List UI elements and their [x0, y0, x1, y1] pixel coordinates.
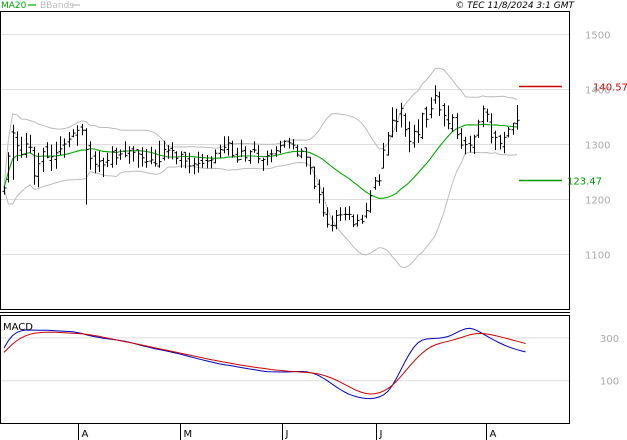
bbands-legend-label: BBands: [40, 1, 74, 11]
price-panel-frame: [0, 11, 570, 310]
price-tick-label: 1500: [585, 31, 610, 42]
price-tick-label: 1200: [585, 196, 610, 207]
level-label: 123.47: [567, 177, 602, 188]
price-tick-label: 1100: [585, 251, 610, 262]
macd-title: MACD: [3, 322, 33, 333]
time-axis: AMJJA: [78, 424, 497, 440]
macd-axis: 100 300: [600, 334, 619, 388]
month-label: J: [285, 429, 289, 440]
price-axis: 1100 1200 1300 1400 1500: [585, 31, 610, 262]
price-tick-label: 1300: [585, 141, 610, 152]
month-label: A: [490, 429, 497, 440]
ma-legend-label: MA20: [1, 1, 27, 11]
copyright-text: © TEC 11/8/2024 3:1 GMT: [455, 1, 575, 11]
month-label: J: [379, 429, 383, 440]
macd-tick-label: 100: [600, 377, 619, 388]
month-label: A: [82, 429, 89, 440]
macd-panel-frame: [0, 315, 570, 424]
macd-tick-label: 300: [600, 334, 619, 345]
technical-chart: 140.57123.47 11001200130014001500 100300…: [0, 1, 627, 440]
month-label: M: [184, 429, 193, 440]
price-tick-label: 1400: [585, 86, 610, 97]
